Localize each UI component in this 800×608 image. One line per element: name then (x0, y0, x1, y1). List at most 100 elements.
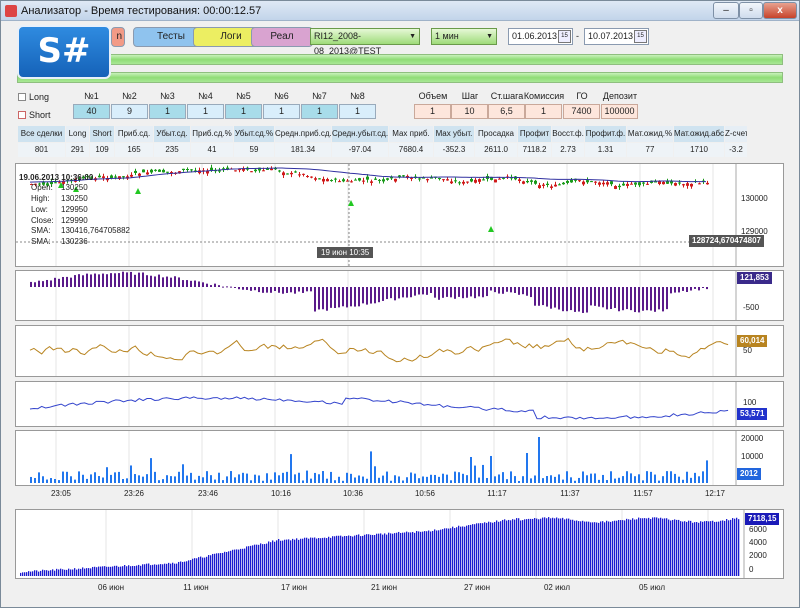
volume-bar (338, 476, 340, 483)
date-from-field[interactable]: 01.06.2013 15 (508, 28, 573, 45)
timeframe-select[interactable]: 1 мин ▼ (431, 28, 497, 45)
security-select[interactable]: RI12_2008-08_2013@TEST ▼ (310, 28, 420, 56)
candle-body (602, 182, 605, 185)
volume-bar (702, 471, 704, 483)
title-bar[interactable]: Анализатор - Время тестирования: 00:00:1… (1, 1, 799, 21)
equity-bar (166, 563, 168, 576)
short-checkbox[interactable] (18, 111, 26, 119)
calendar-icon[interactable]: 15 (634, 30, 647, 43)
date-to-field[interactable]: 10.07.2013 15 (584, 28, 649, 45)
oscillator-1-pane[interactable] (15, 270, 784, 321)
equity-bar (268, 541, 270, 576)
volume-bar (58, 480, 60, 483)
oscillator-bar (454, 287, 456, 299)
minimize-button[interactable]: – (713, 2, 739, 19)
equity-bar (156, 564, 158, 576)
equity-bar (306, 537, 308, 576)
volume-bar (350, 473, 352, 483)
oscillator-2-pane[interactable] (15, 325, 784, 377)
maximize-button[interactable]: ▫ (739, 2, 763, 19)
candle-body (582, 181, 585, 185)
volume-bar (246, 473, 248, 483)
volume-bar (422, 476, 424, 483)
oscillator-bar (622, 287, 624, 311)
oscillator-bar (306, 287, 308, 292)
equity-bar (84, 568, 86, 576)
volume-bar (46, 479, 48, 483)
price-chart[interactable] (16, 164, 783, 266)
stats-header: Просадка (475, 126, 517, 142)
equity-bar (646, 518, 648, 576)
equity-bar (530, 518, 532, 576)
equity-bar (100, 566, 102, 576)
hidden-red-button[interactable]: n (111, 27, 125, 47)
equity-bar (704, 521, 706, 576)
oscillator-bar (502, 287, 504, 294)
equity-bar (334, 536, 336, 576)
volume-bar (502, 472, 504, 483)
volume-bar (218, 472, 220, 483)
param-value[interactable]: 9 (111, 104, 148, 119)
equity-bar (388, 532, 390, 576)
equity-bar (544, 517, 546, 576)
candle-body (634, 182, 637, 185)
volume-bar (334, 480, 336, 483)
calendar-icon[interactable]: 15 (558, 30, 571, 43)
setting-value[interactable]: 1 (525, 104, 562, 119)
volume-bar (530, 478, 532, 483)
candle-body (562, 182, 565, 185)
param-value[interactable]: 1 (339, 104, 376, 119)
volume-bar (466, 475, 468, 483)
oscillator-bar (54, 277, 56, 287)
date-separator: - (576, 31, 579, 41)
long-checkbox[interactable] (18, 93, 26, 101)
volume-bar (90, 474, 92, 483)
real-button[interactable]: Реал (251, 27, 313, 47)
volume-bar (86, 478, 88, 483)
chevron-down-icon: ▼ (409, 33, 416, 40)
equity-bar (696, 522, 698, 576)
equity-bar (716, 521, 718, 576)
param-value[interactable]: 1 (263, 104, 300, 119)
oscillator-bar (98, 274, 100, 287)
param-value[interactable]: 1 (187, 104, 224, 119)
equity-bar (732, 518, 734, 576)
oscillator-bar (138, 272, 140, 287)
oscillator-3-pane[interactable] (15, 381, 784, 427)
stats-header: Профит (518, 126, 551, 142)
setting-value[interactable]: 6,5 (488, 104, 525, 119)
volume-bar (526, 453, 528, 483)
volume-bar (226, 476, 228, 483)
equity-bar (728, 520, 730, 576)
oscillator-bar (230, 286, 232, 288)
oscillator-bar (582, 287, 584, 313)
param-value[interactable]: 1 (225, 104, 262, 119)
candle-body (182, 168, 185, 170)
equity-bar (718, 521, 720, 576)
volume-pane[interactable] (15, 430, 784, 486)
param-value[interactable]: 1 (149, 104, 186, 119)
oscillator-bar (158, 274, 160, 287)
candle-body (334, 178, 337, 180)
candle-body (586, 180, 589, 183)
equity-bar (58, 569, 60, 576)
setting-value[interactable]: 10 (451, 104, 488, 119)
candle-body (210, 167, 213, 171)
equity-pane[interactable] (15, 509, 784, 579)
equity-bar (514, 519, 516, 576)
setting-value[interactable]: 7400 (563, 104, 600, 119)
setting-value[interactable]: 100000 (601, 104, 638, 119)
time-tick-label: 11:57 (633, 489, 653, 498)
setting-value[interactable]: 1 (414, 104, 451, 119)
param-value[interactable]: 40 (73, 104, 110, 119)
crosshair-time-label: 19 июн 10:35 (317, 247, 374, 258)
equity-bar (572, 519, 574, 576)
equity-bar (26, 572, 28, 576)
close-button[interactable]: x (763, 2, 797, 19)
volume-bar (126, 478, 128, 483)
volume-bar (550, 475, 552, 483)
equity-bar (50, 570, 52, 576)
price-chart-pane[interactable] (15, 163, 784, 267)
equity-bar (24, 572, 26, 576)
param-value[interactable]: 1 (301, 104, 338, 119)
